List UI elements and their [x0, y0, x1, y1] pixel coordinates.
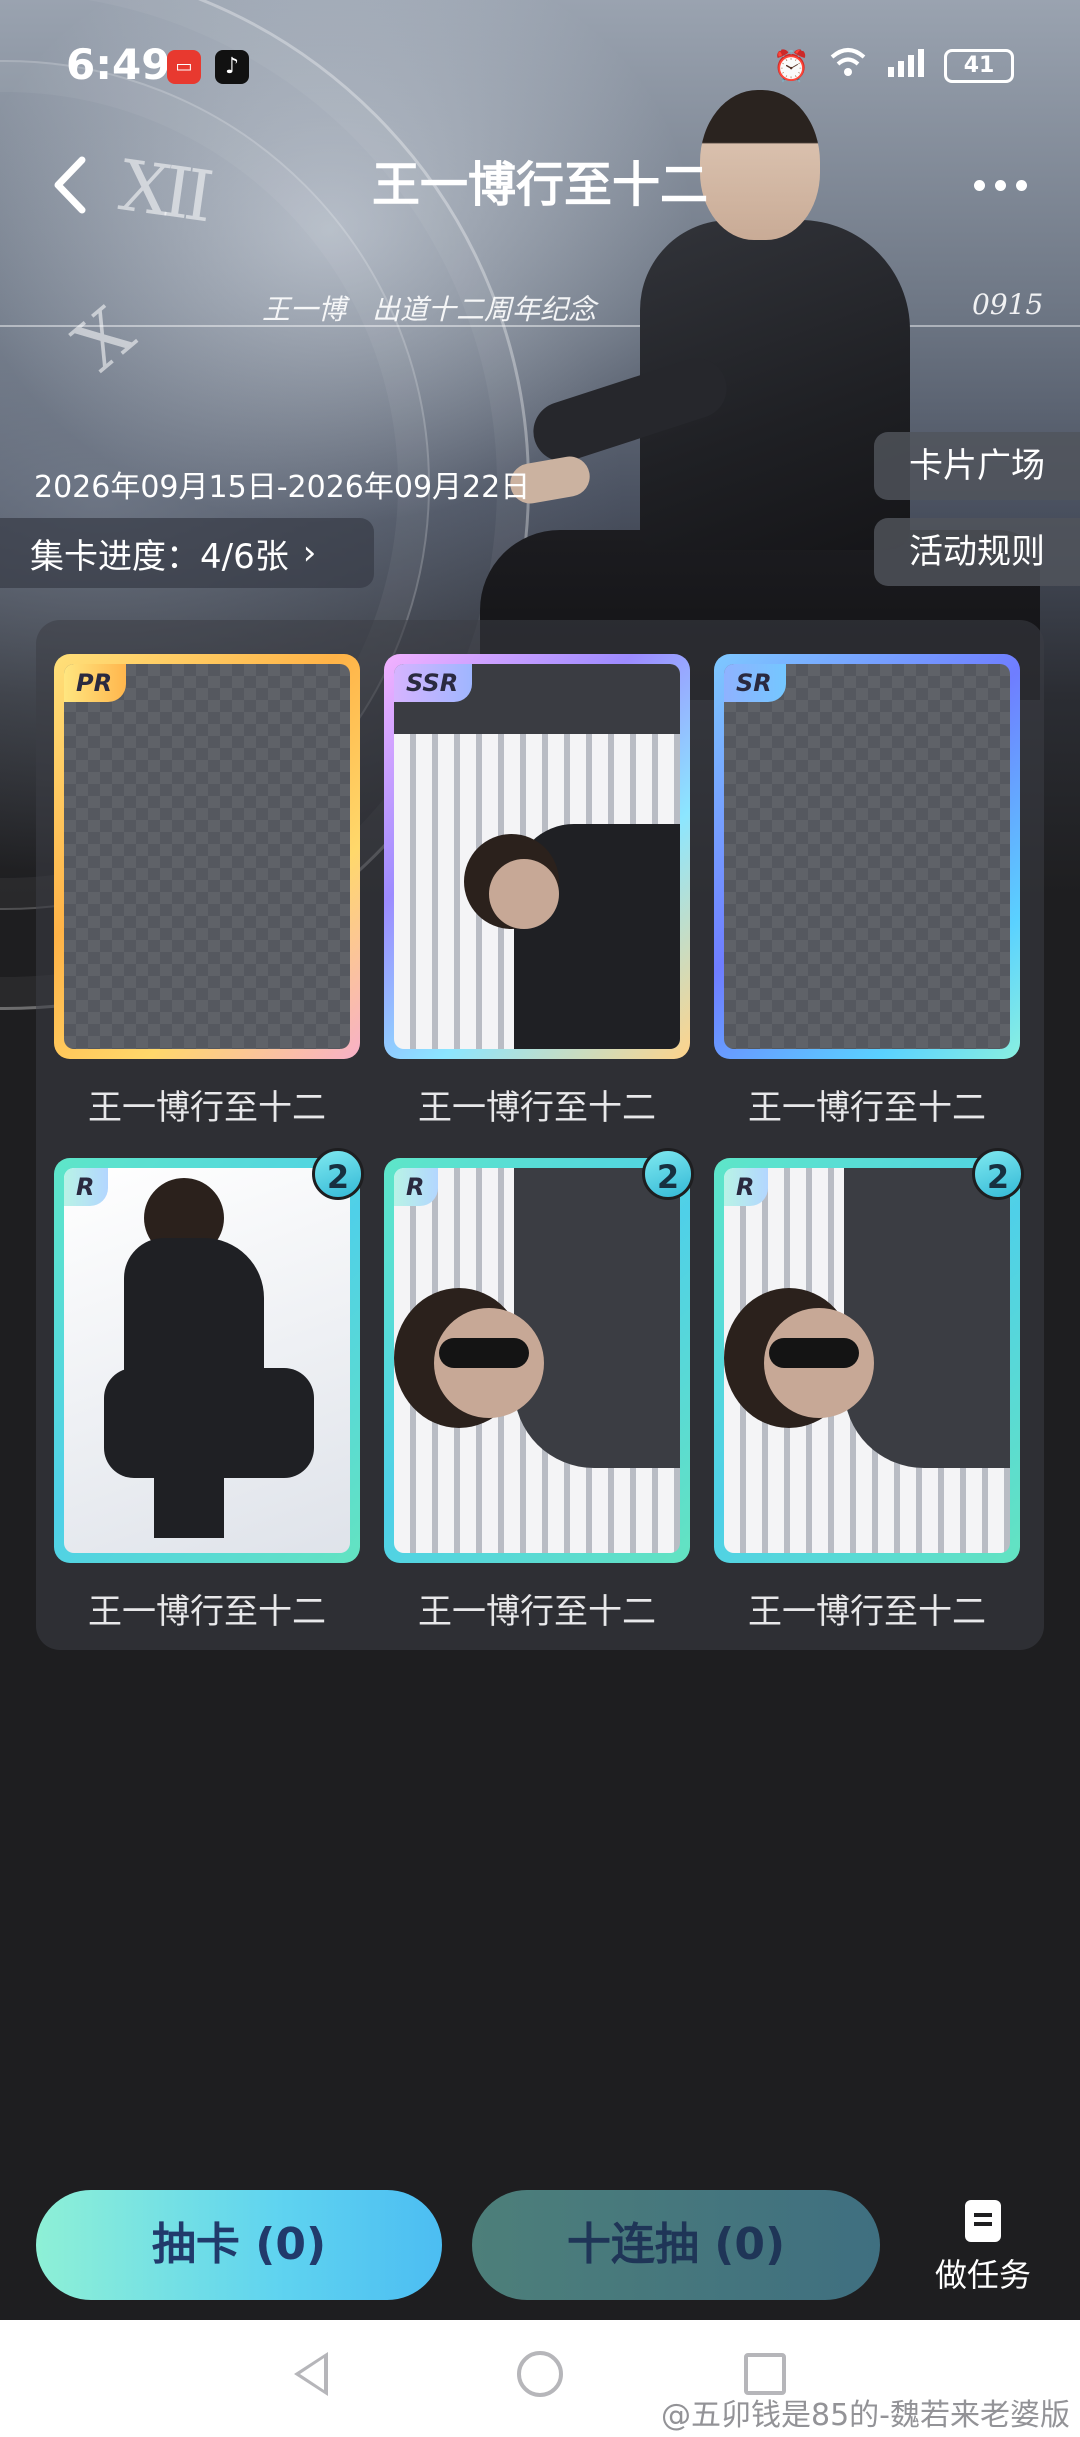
- activity-rules-button[interactable]: 活动规则: [874, 518, 1080, 586]
- card-title: 王一博行至十二: [88, 1088, 326, 1128]
- card-count-badge: 2: [642, 1148, 694, 1200]
- rarity-badge: R: [64, 1168, 109, 1206]
- locked-card-placeholder: [64, 664, 350, 1049]
- rarity-badge: R: [394, 1168, 439, 1206]
- rarity-badge: PR: [64, 664, 127, 702]
- card-r-3[interactable]: R 2: [714, 1148, 1024, 1563]
- do-tasks-label: 做任务: [934, 2256, 1031, 2294]
- draw-card-button[interactable]: 抽卡 (0): [36, 2190, 442, 2300]
- card-r-1[interactable]: R 2: [54, 1148, 364, 1563]
- card-ssr[interactable]: SSR: [384, 654, 690, 1059]
- card-sr[interactable]: SR: [714, 654, 1020, 1059]
- status-time: 6:49: [66, 40, 171, 89]
- card-r-2[interactable]: R 2: [384, 1148, 694, 1563]
- card-count-badge: 2: [972, 1148, 1024, 1200]
- card-count-badge: 2: [312, 1148, 364, 1200]
- card-title: 王一博行至十二: [748, 1088, 986, 1128]
- card-title: 王一博行至十二: [418, 1088, 656, 1128]
- card-title: 王一博行至十二: [418, 1592, 656, 1632]
- rarity-badge: R: [724, 1168, 769, 1206]
- anniversary-line: 出道十二周年纪念: [372, 293, 597, 326]
- card-photo: [64, 1168, 350, 1553]
- wifi-icon: [828, 47, 868, 85]
- battery-indicator: 41: [944, 49, 1014, 83]
- collection-progress-label: 集卡进度：4/6张: [30, 536, 289, 577]
- chevron-right-icon: ›: [302, 533, 317, 573]
- task-list-icon: [965, 2200, 1001, 2242]
- ten-draw-button[interactable]: 十连抽 (0): [472, 2190, 880, 2300]
- status-bar: 6:49 ▭ ♪ ⏰ 41: [0, 0, 1080, 130]
- do-tasks-button[interactable]: 做任务: [918, 2200, 1048, 2300]
- event-date-range: 2026年09月15日-2026年09月22日: [34, 470, 531, 505]
- collection-progress-button[interactable]: 集卡进度：4/6张 ›: [0, 518, 374, 588]
- watermark-text: @五卯钱是85的-魏若来老婆版: [661, 2398, 1070, 2433]
- date-code: 0915: [972, 288, 1044, 321]
- signal-icon: [886, 47, 926, 85]
- page-title: 王一博行至十二: [371, 157, 708, 213]
- nav-back-icon[interactable]: [294, 2352, 328, 2396]
- xiaohongshu-icon: ▭: [167, 50, 201, 84]
- card-title: 王一博行至十二: [88, 1592, 326, 1632]
- card-photo: [394, 1168, 680, 1553]
- card-photo: [724, 1168, 1010, 1553]
- card-plaza-button[interactable]: 卡片广场: [874, 432, 1080, 500]
- nav-home-icon[interactable]: [517, 2351, 563, 2397]
- nav-recent-apps-icon[interactable]: [744, 2353, 786, 2395]
- tiktok-icon: ♪: [215, 50, 249, 84]
- card-photo: [394, 664, 680, 1049]
- artist-name-line: 王一博: [262, 293, 347, 326]
- more-options-icon[interactable]: [960, 150, 1040, 220]
- card-pr[interactable]: PR: [54, 654, 360, 1059]
- card-title: 王一博行至十二: [748, 1592, 986, 1632]
- alarm-icon: ⏰: [772, 48, 810, 84]
- rarity-badge: SR: [724, 664, 786, 702]
- locked-card-placeholder: [724, 664, 1010, 1049]
- rarity-badge: SSR: [394, 664, 473, 702]
